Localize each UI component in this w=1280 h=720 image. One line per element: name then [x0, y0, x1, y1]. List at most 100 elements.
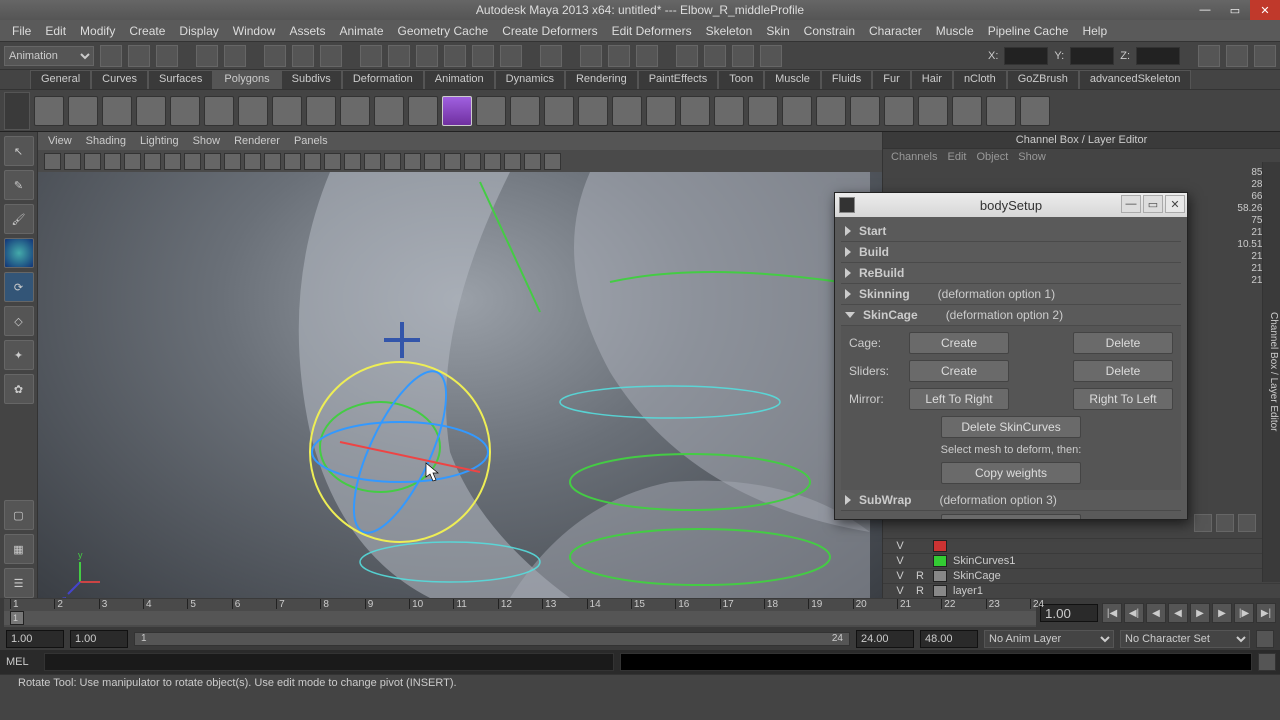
script-editor-button[interactable]	[760, 45, 782, 67]
range-playstart-field[interactable]	[70, 630, 128, 648]
section-build[interactable]: Build	[841, 242, 1181, 263]
viewport-tool-25[interactable]	[544, 153, 561, 170]
ipr-render-button[interactable]	[608, 45, 630, 67]
layout-four-view[interactable]: ▦	[4, 534, 34, 564]
layer-row[interactable]: VSkinCurves1	[883, 553, 1280, 568]
viewmenu-renderer[interactable]: Renderer	[234, 135, 280, 147]
snap-curve-button[interactable]	[388, 45, 410, 67]
layer-render-button[interactable]	[1216, 514, 1234, 532]
layer-visibility-toggle[interactable]: V	[893, 540, 907, 552]
shelf-tab-hair[interactable]: Hair	[911, 70, 953, 89]
bodysetup-titlebar[interactable]: bodySetup — ▭ ✕	[835, 193, 1187, 217]
viewmenu-show[interactable]: Show	[193, 135, 221, 147]
outliner-button[interactable]	[704, 45, 726, 67]
range-end-field[interactable]	[920, 630, 978, 648]
script-editor-toggle[interactable]	[1258, 653, 1276, 671]
shelf-tab-muscle[interactable]: Muscle	[764, 70, 821, 89]
viewport-tool-13[interactable]	[304, 153, 321, 170]
shelf-tab-animation[interactable]: Animation	[424, 70, 495, 89]
go-start-button[interactable]: |◀	[1102, 603, 1122, 623]
viewport-tool-9[interactable]	[224, 153, 241, 170]
step-back-button[interactable]: ◀	[1146, 603, 1166, 623]
layer-color-swatch[interactable]	[933, 540, 947, 552]
shelf-button-2[interactable]	[102, 96, 132, 126]
layer-display-button[interactable]	[1194, 514, 1212, 532]
play-back-button[interactable]: ◀	[1168, 603, 1188, 623]
bodysetup-minimize-button[interactable]: —	[1121, 195, 1141, 213]
sliders-delete-button[interactable]: Delete	[1073, 360, 1173, 382]
layer-color-swatch[interactable]	[933, 555, 947, 567]
rotate-tool[interactable]: ⟳	[4, 272, 34, 302]
menu-display[interactable]: Display	[173, 22, 224, 40]
bodysetup-window[interactable]: bodySetup — ▭ ✕ Start Build ReBuild Skin…	[834, 192, 1188, 520]
section-skinning[interactable]: Skinning(deformation option 1)	[841, 284, 1181, 305]
sliders-create-button[interactable]: Create	[909, 360, 1009, 382]
menu-create[interactable]: Create	[123, 22, 171, 40]
layout-single-view[interactable]: ▢	[4, 500, 34, 530]
shelf-tab-general[interactable]: General	[30, 70, 91, 89]
shelf-tab-deformation[interactable]: Deformation	[342, 70, 424, 89]
viewmenu-panels[interactable]: Panels	[294, 135, 328, 147]
shelf-tab-painteffects[interactable]: PaintEffects	[638, 70, 719, 89]
viewport-tool-21[interactable]	[464, 153, 481, 170]
shelf-tab-advancedskeleton[interactable]: advancedSkeleton	[1079, 70, 1192, 89]
autokey-toggle[interactable]	[1256, 630, 1274, 648]
layer-row[interactable]: VRSkinCage	[883, 568, 1280, 583]
time-indicator[interactable]: 1	[10, 611, 24, 625]
viewmenu-view[interactable]: View	[48, 135, 72, 147]
menu-character[interactable]: Character	[863, 22, 928, 40]
shelf-tab-rendering[interactable]: Rendering	[565, 70, 638, 89]
shelf-tab-ncloth[interactable]: nCloth	[953, 70, 1007, 89]
hypershade-button[interactable]	[676, 45, 698, 67]
new-scene-button[interactable]	[100, 45, 122, 67]
shelf-button-29[interactable]	[1020, 96, 1050, 126]
shelf-button-11[interactable]	[408, 96, 438, 126]
layer-visibility-toggle[interactable]: V	[893, 585, 907, 597]
snap-grid-button[interactable]	[360, 45, 382, 67]
paint-select-tool[interactable]: 🖌	[4, 204, 34, 234]
shelf-tab-surfaces[interactable]: Surfaces	[148, 70, 213, 89]
layer-ref-toggle[interactable]: R	[913, 570, 927, 582]
scale-tool[interactable]: ◇	[4, 306, 34, 336]
shelf-tab-fluids[interactable]: Fluids	[821, 70, 872, 89]
viewport-tool-1[interactable]	[64, 153, 81, 170]
viewport-tool-3[interactable]	[104, 153, 121, 170]
current-frame-field[interactable]	[1040, 604, 1098, 622]
range-slider[interactable]: 1 24	[134, 632, 850, 646]
shelf-tab-toon[interactable]: Toon	[718, 70, 764, 89]
shelf-button-26[interactable]	[918, 96, 948, 126]
viewport-tool-22[interactable]	[484, 153, 501, 170]
shelf-tab-subdivs[interactable]: Subdivs	[281, 70, 342, 89]
viewport-tool-5[interactable]	[144, 153, 161, 170]
cb-tab-show[interactable]: Show	[1018, 151, 1046, 163]
step-back-key-button[interactable]: ◀|	[1124, 603, 1144, 623]
render-button[interactable]	[580, 45, 602, 67]
range-start-field[interactable]	[6, 630, 64, 648]
viewport-tool-6[interactable]	[164, 153, 181, 170]
character-set-select[interactable]: No Character Set	[1120, 630, 1250, 648]
coord-x-input[interactable]	[1004, 47, 1048, 65]
menu-window[interactable]: Window	[227, 22, 282, 40]
step-forward-button[interactable]: ▶	[1212, 603, 1232, 623]
shelf-button-21[interactable]	[748, 96, 778, 126]
shelf-button-6[interactable]	[238, 96, 268, 126]
save-scene-button[interactable]	[156, 45, 178, 67]
layer-row[interactable]: V	[883, 538, 1280, 553]
cb-tab-object[interactable]: Object	[976, 151, 1008, 163]
history-toggle-button[interactable]	[540, 45, 562, 67]
cb-tab-channels[interactable]: Channels	[891, 151, 937, 163]
viewport-tool-15[interactable]	[344, 153, 361, 170]
layer-visibility-toggle[interactable]: V	[893, 570, 907, 582]
menu-muscle[interactable]: Muscle	[930, 22, 980, 40]
command-input[interactable]	[44, 653, 614, 671]
shelf-button-0[interactable]	[34, 96, 64, 126]
viewport-tool-4[interactable]	[124, 153, 141, 170]
universal-manip-tool[interactable]: ✦	[4, 340, 34, 370]
snap-point-button[interactable]	[416, 45, 438, 67]
menu-geometry-cache[interactable]: Geometry Cache	[392, 22, 495, 40]
menu-help[interactable]: Help	[1076, 22, 1113, 40]
menu-create-deformers[interactable]: Create Deformers	[496, 22, 603, 40]
soft-mod-tool[interactable]: ✿	[4, 374, 34, 404]
snap-plane-button[interactable]	[444, 45, 466, 67]
coord-y-input[interactable]	[1070, 47, 1114, 65]
